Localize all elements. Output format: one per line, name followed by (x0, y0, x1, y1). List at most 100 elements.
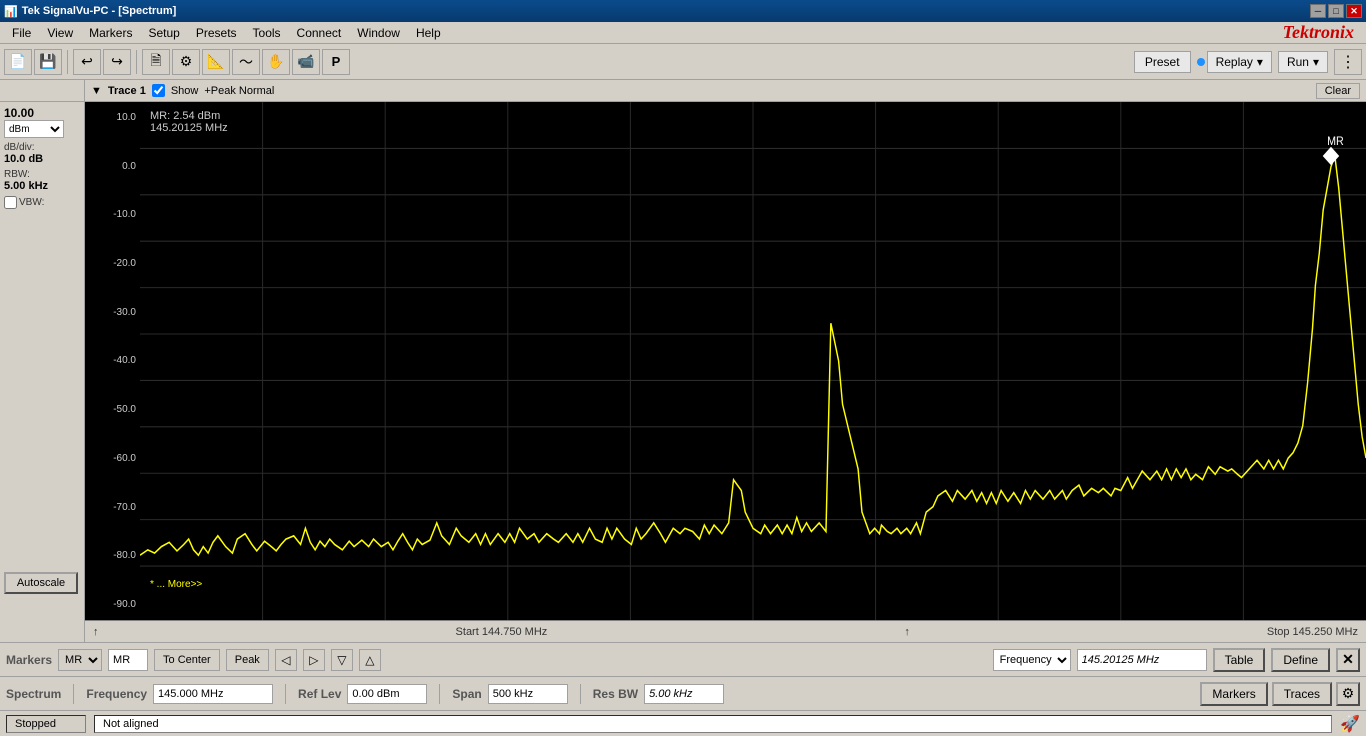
ref-lev-input[interactable] (347, 684, 427, 704)
cursor-button[interactable]: ✋ (262, 49, 290, 75)
spectrum-settings-button[interactable]: ⚙ (1336, 682, 1360, 706)
up-arrow-button[interactable]: △ (359, 649, 381, 671)
peak-label: +Peak Normal (204, 85, 274, 97)
markers-bar-label: Markers (6, 653, 52, 667)
menu-tools[interactable]: Tools (245, 24, 289, 42)
traces-toggle-button[interactable]: Traces (1272, 682, 1332, 706)
trace-dropdown-arrow: ▼ (91, 85, 102, 97)
x-axis-stop-icon: ↑ (904, 626, 910, 638)
define-button[interactable]: Define (1271, 648, 1330, 672)
menu-presets[interactable]: Presets (188, 24, 245, 42)
y-label-10: 10.0 (85, 112, 136, 123)
menu-file[interactable]: File (4, 24, 39, 42)
span-label: Span (452, 687, 481, 701)
toolbar-right: Preset Replay ▾ Run ▾ ⋮ (1134, 49, 1362, 75)
menu-setup[interactable]: Setup (140, 24, 187, 42)
unit-select[interactable]: dBm dBW V (4, 120, 64, 138)
x-axis-start-icon: ↑ (93, 626, 99, 638)
span-input[interactable] (488, 684, 568, 704)
ref-level-value: 10.00 (4, 106, 80, 120)
down-arrow-button[interactable]: ▽ (331, 649, 353, 671)
y-label--90: -90.0 (85, 599, 136, 610)
video-button[interactable]: 📹 (292, 49, 320, 75)
menu-connect[interactable]: Connect (289, 24, 350, 42)
y-axis: 10.0 0.0 -10.0 -20.0 -30.0 -40.0 -50.0 -… (85, 102, 140, 620)
markers-bar: Markers MR M1 M2 MR To Center Peak ◁ ▷ ▽… (0, 642, 1366, 676)
save-button[interactable]: 💾 (34, 49, 62, 75)
y-label--30: -30.0 (85, 307, 136, 318)
menu-window[interactable]: Window (349, 24, 408, 42)
y-label--20: -20.0 (85, 258, 136, 269)
to-center-button[interactable]: To Center (154, 649, 220, 671)
trace-label: Trace 1 (108, 85, 146, 97)
spectrum-chart: MR (140, 102, 1366, 620)
clear-button[interactable]: Clear (1316, 83, 1360, 99)
marker-mr-label: MR (113, 654, 130, 666)
redo-button[interactable]: ↪ (103, 49, 131, 75)
marker-dropdown[interactable]: MR M1 M2 (58, 649, 102, 671)
rbw-label: RBW: (4, 169, 80, 180)
right-arrow-button[interactable]: ▷ (303, 649, 325, 671)
toolbar: 📄 💾 ↩ ↪ 🗎 ⚙ 📐 〜 ✋ 📹 P Preset Replay ▾ Ru… (0, 44, 1366, 80)
new-button[interactable]: 📄 (4, 49, 32, 75)
left-arrow-button[interactable]: ◁ (275, 649, 297, 671)
replay-button[interactable]: Replay ▾ (1207, 51, 1272, 73)
db-div-label: dB/div: (4, 142, 80, 153)
undo-button[interactable]: ↩ (73, 49, 101, 75)
res-bw-input[interactable] (644, 684, 724, 704)
x-axis-bar: ↑ Start 144.750 MHz ↑ Stop 145.250 MHz (85, 620, 1366, 642)
menu-view[interactable]: View (39, 24, 81, 42)
db-div-value: 10.0 dB (4, 153, 80, 165)
y-label--60: -60.0 (85, 453, 136, 464)
run-label: Run (1287, 55, 1309, 69)
close-markers-button[interactable]: ✕ (1336, 648, 1360, 672)
minimize-button[interactable]: ─ (1310, 4, 1326, 18)
rocket-icon: 🚀 (1340, 714, 1360, 734)
wave-button[interactable]: 〜 (232, 49, 260, 75)
run-dropdown-icon: ▾ (1313, 55, 1319, 69)
replay-label: Replay (1216, 55, 1253, 69)
ref-lev-label: Ref Lev (298, 687, 341, 701)
ref-level-row: 10.00 dBm dBW V (4, 106, 80, 138)
left-panel: 10.00 dBm dBW V dB/div: 10.0 dB RBW: 5.0… (0, 80, 85, 642)
menu-markers[interactable]: Markers (81, 24, 140, 42)
measure-button[interactable]: 📐 (202, 49, 230, 75)
menu-help[interactable]: Help (408, 24, 449, 42)
close-button[interactable]: ✕ (1346, 4, 1362, 18)
sep-spectrum-1 (73, 684, 74, 704)
run-button[interactable]: Run ▾ (1278, 51, 1328, 73)
sep-2 (136, 50, 137, 74)
more-options-button[interactable]: ⋮ (1334, 49, 1362, 75)
copy-button[interactable]: 🗎 (142, 49, 170, 75)
x-axis-start-label: Start 144.750 MHz (456, 626, 548, 638)
y-label--80: -80.0 (85, 550, 136, 561)
freq-label: Frequency (86, 687, 147, 701)
trace-header (0, 80, 84, 102)
spectrum-bar: Spectrum Frequency Ref Lev Span Res BW M… (0, 676, 1366, 710)
table-button[interactable]: Table (1213, 648, 1266, 672)
rbw-value: 5.00 kHz (4, 180, 80, 192)
sep-spectrum-4 (580, 684, 581, 704)
chart-area[interactable]: MR: 2.54 dBm 145.20125 MHz * ... More>> (140, 102, 1366, 620)
brand-logo: Tektronix (1283, 22, 1362, 43)
show-checkbox[interactable] (152, 84, 165, 97)
app-icon: 📊 (4, 5, 18, 18)
res-bw-label: Res BW (593, 687, 638, 701)
vbw-label: VBW: (19, 197, 44, 208)
preset-button[interactable]: Preset (1134, 51, 1191, 73)
maximize-button[interactable]: □ (1328, 4, 1344, 18)
y-label--10: -10.0 (85, 209, 136, 220)
settings-button[interactable]: ⚙ (172, 49, 200, 75)
freq-type-dropdown[interactable]: Frequency Time (993, 649, 1071, 671)
markers-toggle-button[interactable]: Markers (1200, 682, 1267, 706)
freq-value-input[interactable] (1077, 649, 1207, 671)
vbw-checkbox[interactable] (4, 196, 17, 209)
autoscale-button[interactable]: Autoscale (4, 572, 78, 594)
sep-spectrum-3 (439, 684, 440, 704)
center-freq-input[interactable] (153, 684, 273, 704)
marker-mr-text: MR (1327, 136, 1344, 149)
menubar: File View Markers Setup Presets Tools Co… (0, 22, 1366, 44)
marker-diamond-shape (1323, 147, 1340, 165)
p-button[interactable]: P (322, 49, 350, 75)
peak-button[interactable]: Peak (226, 649, 269, 671)
